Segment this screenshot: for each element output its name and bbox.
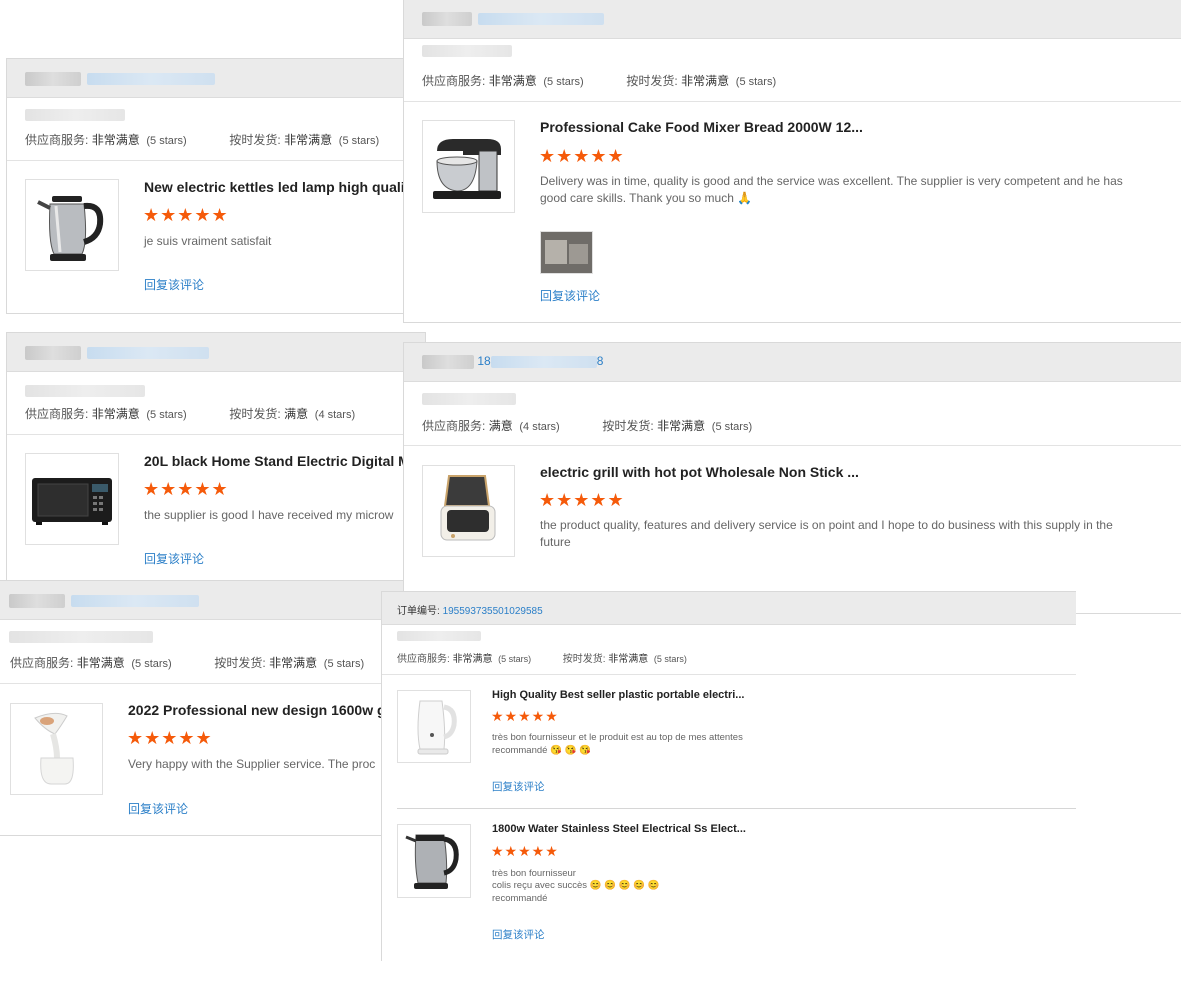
star-rating: ★★★★★ xyxy=(143,205,229,225)
order-number: 18 8 xyxy=(422,354,603,369)
product-title[interactable]: Professional Cake Food Mixer Bread 2000W… xyxy=(540,119,960,135)
white-kettle-icon xyxy=(417,700,457,755)
product-image[interactable] xyxy=(422,120,515,213)
order-header xyxy=(7,333,425,372)
garment-steamer-icon xyxy=(34,712,74,785)
review-card: 供应商服务: 非常满意 (5 stars) 按时发货: 非常满意 (5 star… xyxy=(6,58,426,314)
review-text: Very happy with the Supplier service. Th… xyxy=(128,757,376,771)
product-image[interactable] xyxy=(397,690,471,763)
star-rating: ★★★★★ xyxy=(143,479,229,499)
reply-link[interactable]: 回复该评论 xyxy=(492,927,545,942)
stand-mixer-icon xyxy=(433,139,501,199)
order-header: 18 8 xyxy=(404,343,1181,382)
ratings-row: 供应商服务: 非常满意 (5 stars) 按时发货: 非常满意 (5 star… xyxy=(422,74,777,88)
review-text-line: recommandé 😘 😘 😘 xyxy=(492,745,591,756)
divider xyxy=(397,808,1076,809)
steel-kettle-icon xyxy=(405,834,459,889)
order-number-redacted xyxy=(25,345,209,360)
ratings-row: 供应商服务: 非常满意 (5 stars) 按时发货: 非常满意 (5 star… xyxy=(25,133,380,147)
buyer-info-redacted xyxy=(25,109,125,121)
order-number-redacted xyxy=(25,71,215,86)
review-text-line: très bon fournisseur xyxy=(492,868,576,879)
review-card: 供应商服务: 非常满意 (5 stars) 按时发货: 非常满意 (5 star… xyxy=(403,0,1181,323)
product-title[interactable]: High Quality Best seller plastic portabl… xyxy=(492,689,822,701)
star-rating: ★★★★★ xyxy=(491,708,559,724)
reply-link[interactable]: 回复该评论 xyxy=(144,276,204,293)
buyer-info-redacted xyxy=(9,631,153,643)
reply-link[interactable]: 回复该评论 xyxy=(128,800,188,817)
review-text: the supplier is good I have received my … xyxy=(144,508,394,522)
buyer-info-redacted xyxy=(397,631,481,641)
ratings-row: 供应商服务: 非常满意 (5 stars) 按时发货: 非常满意 (5 star… xyxy=(10,656,365,670)
star-rating: ★★★★★ xyxy=(491,843,559,859)
order-header xyxy=(7,59,425,98)
microwave-icon xyxy=(32,478,112,525)
review-photo[interactable] xyxy=(540,231,593,274)
product-image[interactable] xyxy=(10,703,103,795)
review-card: 供应商服务: 非常满意 (5 stars) 按时发货: 满意 (4 stars)… xyxy=(6,332,426,592)
order-header xyxy=(404,0,1181,39)
divider xyxy=(7,434,425,435)
divider xyxy=(404,101,1181,102)
order-header: 订单编号: 195593735501029585 xyxy=(382,592,1076,625)
divider xyxy=(404,445,1181,446)
buyer-info-redacted xyxy=(422,45,512,57)
buyer-info-redacted xyxy=(422,393,516,405)
buyer-info-redacted xyxy=(25,385,145,397)
product-title[interactable]: 1800w Water Stainless Steel Electrical S… xyxy=(492,823,822,835)
kettle-icon xyxy=(37,196,104,261)
electric-grill-icon xyxy=(440,475,496,541)
star-rating: ★★★★★ xyxy=(539,490,625,510)
star-rating: ★★★★★ xyxy=(127,728,213,748)
star-rating: ★★★★★ xyxy=(539,146,625,166)
review-text-line: colis reçu avec succès 😊 😊 😊 😊 😊 xyxy=(492,880,660,891)
review-text-line: recommandé xyxy=(492,893,548,904)
product-title[interactable]: 20L black Home Stand Electric Digital M xyxy=(144,453,424,469)
order-number: 订单编号: 195593735501029585 xyxy=(397,606,543,617)
product-image[interactable] xyxy=(25,179,119,271)
review-card: 18 8 供应商服务: 满意 (4 stars) 按时发货: 非常满意 (5 st… xyxy=(403,342,1181,614)
reply-link[interactable]: 回复该评论 xyxy=(144,550,204,567)
product-image[interactable] xyxy=(25,453,119,545)
divider xyxy=(382,674,1076,675)
review-text: Delivery was in time, quality is good an… xyxy=(540,174,1123,205)
product-image[interactable] xyxy=(397,824,471,898)
reply-link[interactable]: 回复该评论 xyxy=(492,779,545,794)
review-text-line: très bon fournisseur et le produit est a… xyxy=(492,732,743,743)
ratings-row: 供应商服务: 非常满意 (5 stars) 按时发货: 非常满意 (5 star… xyxy=(397,654,687,665)
order-number-link[interactable]: 195593735501029585 xyxy=(443,606,543,617)
review-text: the product quality, features and delive… xyxy=(540,518,1113,549)
order-number-redacted xyxy=(422,11,604,26)
product-title[interactable]: 2022 Professional new design 1600w g xyxy=(128,702,388,718)
order-number-redacted xyxy=(9,593,199,608)
photo-icon xyxy=(541,232,592,273)
product-title[interactable]: electric grill with hot pot Wholesale No… xyxy=(540,464,960,480)
product-title[interactable]: New electric kettles led lamp high quali… xyxy=(144,179,424,195)
ratings-row: 供应商服务: 非常满意 (5 stars) 按时发货: 满意 (4 stars) xyxy=(25,407,356,421)
divider xyxy=(7,160,425,161)
reply-link[interactable]: 回复该评论 xyxy=(540,287,600,304)
product-image[interactable] xyxy=(422,465,515,557)
review-card: 订单编号: 195593735501029585 供应商服务: 非常满意 (5 … xyxy=(381,591,1076,961)
review-text: je suis vraiment satisfait xyxy=(144,234,272,248)
ratings-row: 供应商服务: 满意 (4 stars) 按时发货: 非常满意 (5 stars) xyxy=(422,419,753,433)
